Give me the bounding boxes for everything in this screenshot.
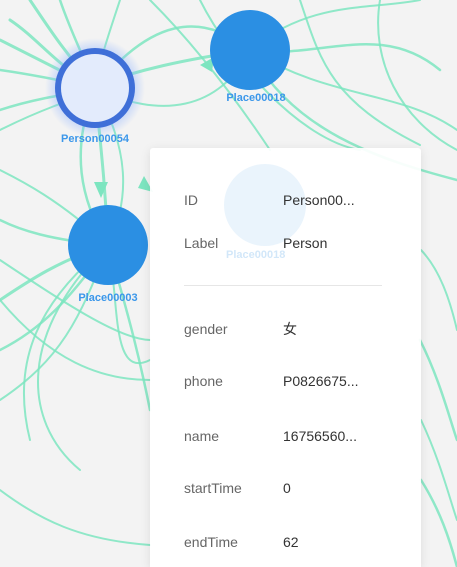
detail-key: name <box>184 428 220 444</box>
detail-row-starttime: startTime 0 <box>150 476 421 500</box>
detail-key: ID <box>184 192 198 208</box>
detail-row-endtime: endTime 62 <box>150 530 421 554</box>
node-detail-panel: Place00018 ID Person00... Label Person g… <box>150 148 421 567</box>
detail-row-gender: gender 女 <box>150 317 421 341</box>
detail-row-label: Label Person <box>150 231 421 255</box>
graph-edge <box>0 489 151 546</box>
detail-value: Person <box>283 235 328 251</box>
detail-row-phone: phone P0826675... <box>150 369 421 393</box>
detail-value: Person00... <box>283 192 355 208</box>
graph-edge <box>420 249 457 331</box>
node-label-place00003: Place00003 <box>78 292 138 304</box>
graph-edge <box>420 419 457 521</box>
detail-key: Label <box>184 235 219 251</box>
detail-value: 16756560... <box>283 428 357 444</box>
graph-edge <box>419 478 457 567</box>
detail-value: P0826675... <box>283 373 359 389</box>
detail-value: 62 <box>283 534 299 550</box>
graph-edge <box>418 338 457 442</box>
detail-value: 0 <box>283 480 291 496</box>
divider <box>184 285 382 286</box>
node-place00003[interactable] <box>68 205 148 285</box>
node-person00054[interactable] <box>45 38 145 138</box>
detail-key: gender <box>184 321 228 337</box>
node-label-person00054: Person00054 <box>61 133 129 145</box>
detail-value: 女 <box>283 321 297 337</box>
detail-row-id: ID Person00... <box>150 188 421 212</box>
detail-row-name: name 16756560... <box>150 424 421 448</box>
detail-key: endTime <box>184 534 238 550</box>
detail-key: startTime <box>184 480 242 496</box>
node-fill <box>61 54 129 122</box>
node-label-place00018: Place00018 <box>226 92 286 104</box>
node-place00018[interactable] <box>210 10 290 90</box>
detail-key: phone <box>184 373 223 389</box>
